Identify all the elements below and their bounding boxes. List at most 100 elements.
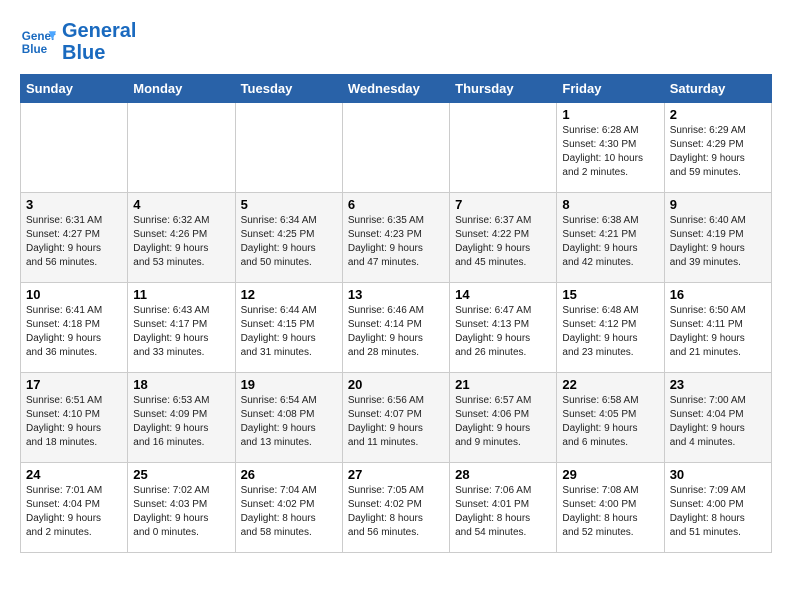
day-number: 19 xyxy=(241,377,337,392)
calendar-table: SundayMondayTuesdayWednesdayThursdayFrid… xyxy=(20,74,772,553)
day-number: 29 xyxy=(562,467,658,482)
day-number: 14 xyxy=(455,287,551,302)
calendar-cell: 25 Sunrise: 7:02 AM Sunset: 4:03 PM Dayli… xyxy=(128,463,235,553)
calendar-cell: 21 Sunrise: 6:57 AM Sunset: 4:06 PM Dayli… xyxy=(450,373,557,463)
day-number: 28 xyxy=(455,467,551,482)
day-info: Sunrise: 6:47 AM Sunset: 4:13 PM Dayligh… xyxy=(455,304,551,360)
calendar-cell: 17 Sunrise: 6:51 AM Sunset: 4:10 PM Dayli… xyxy=(21,373,128,463)
day-info: Sunrise: 7:01 AM Sunset: 4:04 PM Dayligh… xyxy=(26,484,122,540)
calendar-cell: 10 Sunrise: 6:41 AM Sunset: 4:18 PM Dayli… xyxy=(21,283,128,373)
weekday-header: Sunday xyxy=(21,75,128,103)
day-info: Sunrise: 7:02 AM Sunset: 4:03 PM Dayligh… xyxy=(133,484,229,540)
calendar-cell: 7 Sunrise: 6:37 AM Sunset: 4:22 PM Daylig… xyxy=(450,193,557,283)
calendar-cell: 19 Sunrise: 6:54 AM Sunset: 4:08 PM Dayli… xyxy=(235,373,342,463)
day-info: Sunrise: 7:05 AM Sunset: 4:02 PM Dayligh… xyxy=(348,484,444,540)
day-number: 3 xyxy=(26,197,122,212)
day-number: 22 xyxy=(562,377,658,392)
calendar-cell: 14 Sunrise: 6:47 AM Sunset: 4:13 PM Dayli… xyxy=(450,283,557,373)
day-number: 23 xyxy=(670,377,766,392)
day-number: 8 xyxy=(562,197,658,212)
day-info: Sunrise: 6:34 AM Sunset: 4:25 PM Dayligh… xyxy=(241,214,337,270)
calendar-cell: 13Sunrise: 6:46 AM Sunset: 4:14 PM Dayli… xyxy=(342,283,449,373)
day-number: 6 xyxy=(348,197,444,212)
calendar-cell: 29 Sunrise: 7:08 AM Sunset: 4:00 PM Dayli… xyxy=(557,463,664,553)
calendar-week-row: 10 Sunrise: 6:41 AM Sunset: 4:18 PM Dayli… xyxy=(21,283,772,373)
day-info: Sunrise: 6:57 AM Sunset: 4:06 PM Dayligh… xyxy=(455,394,551,450)
day-info: Sunrise: 6:51 AM Sunset: 4:10 PM Dayligh… xyxy=(26,394,122,450)
day-info: Sunrise: 6:48 AM Sunset: 4:12 PM Dayligh… xyxy=(562,304,658,360)
day-number: 10 xyxy=(26,287,122,302)
day-number: 24 xyxy=(26,467,122,482)
day-info: Sunrise: 6:35 AM Sunset: 4:23 PM Dayligh… xyxy=(348,214,444,270)
day-number: 26 xyxy=(241,467,337,482)
day-info: Sunrise: 7:08 AM Sunset: 4:00 PM Dayligh… xyxy=(562,484,658,540)
calendar-cell xyxy=(235,103,342,193)
weekday-header: Tuesday xyxy=(235,75,342,103)
day-number: 27 xyxy=(348,467,444,482)
calendar-cell: 15 Sunrise: 6:48 AM Sunset: 4:12 PM Dayli… xyxy=(557,283,664,373)
weekday-header: Saturday xyxy=(664,75,771,103)
day-number: 20 xyxy=(348,377,444,392)
calendar-cell: 11Sunrise: 6:43 AM Sunset: 4:17 PM Dayli… xyxy=(128,283,235,373)
logo: General Blue GeneralBlue xyxy=(20,20,136,64)
calendar-cell: 18 Sunrise: 6:53 AM Sunset: 4:09 PM Dayli… xyxy=(128,373,235,463)
calendar-cell xyxy=(21,103,128,193)
calendar-cell: 23 Sunrise: 7:00 AM Sunset: 4:04 PM Dayli… xyxy=(664,373,771,463)
calendar-cell: 20 Sunrise: 6:56 AM Sunset: 4:07 PM Dayli… xyxy=(342,373,449,463)
day-info: Sunrise: 6:56 AM Sunset: 4:07 PM Dayligh… xyxy=(348,394,444,450)
calendar-cell xyxy=(450,103,557,193)
day-info: Sunrise: 6:58 AM Sunset: 4:05 PM Dayligh… xyxy=(562,394,658,450)
weekday-header: Monday xyxy=(128,75,235,103)
logo-icon: General Blue xyxy=(20,24,56,60)
day-number: 5 xyxy=(241,197,337,212)
day-info: Sunrise: 7:09 AM Sunset: 4:00 PM Dayligh… xyxy=(670,484,766,540)
calendar-cell: 26Sunrise: 7:04 AM Sunset: 4:02 PM Dayli… xyxy=(235,463,342,553)
calendar-cell: 27 Sunrise: 7:05 AM Sunset: 4:02 PM Dayli… xyxy=(342,463,449,553)
calendar-week-row: 17 Sunrise: 6:51 AM Sunset: 4:10 PM Dayli… xyxy=(21,373,772,463)
weekday-header-row: SundayMondayTuesdayWednesdayThursdayFrid… xyxy=(21,75,772,103)
page-header: General Blue GeneralBlue xyxy=(20,20,772,64)
day-number: 15 xyxy=(562,287,658,302)
day-info: Sunrise: 6:41 AM Sunset: 4:18 PM Dayligh… xyxy=(26,304,122,360)
day-info: Sunrise: 7:00 AM Sunset: 4:04 PM Dayligh… xyxy=(670,394,766,450)
day-number: 21 xyxy=(455,377,551,392)
day-info: Sunrise: 6:40 AM Sunset: 4:19 PM Dayligh… xyxy=(670,214,766,270)
calendar-cell: 12 Sunrise: 6:44 AM Sunset: 4:15 PM Dayli… xyxy=(235,283,342,373)
calendar-cell: 16Sunrise: 6:50 AM Sunset: 4:11 PM Dayli… xyxy=(664,283,771,373)
calendar-week-row: 1Sunrise: 6:28 AM Sunset: 4:30 PM Daylig… xyxy=(21,103,772,193)
day-info: Sunrise: 6:29 AM Sunset: 4:29 PM Dayligh… xyxy=(670,124,766,180)
day-number: 9 xyxy=(670,197,766,212)
day-info: Sunrise: 6:44 AM Sunset: 4:15 PM Dayligh… xyxy=(241,304,337,360)
day-number: 25 xyxy=(133,467,229,482)
day-info: Sunrise: 6:43 AM Sunset: 4:17 PM Dayligh… xyxy=(133,304,229,360)
day-number: 30 xyxy=(670,467,766,482)
day-number: 16 xyxy=(670,287,766,302)
day-info: Sunrise: 6:38 AM Sunset: 4:21 PM Dayligh… xyxy=(562,214,658,270)
calendar-cell xyxy=(128,103,235,193)
calendar-cell: 4 Sunrise: 6:32 AM Sunset: 4:26 PM Daylig… xyxy=(128,193,235,283)
calendar-cell: 9 Sunrise: 6:40 AM Sunset: 4:19 PM Daylig… xyxy=(664,193,771,283)
calendar-cell: 30 Sunrise: 7:09 AM Sunset: 4:00 PM Dayli… xyxy=(664,463,771,553)
calendar-cell: 5 Sunrise: 6:34 AM Sunset: 4:25 PM Daylig… xyxy=(235,193,342,283)
calendar-cell: 2 Sunrise: 6:29 AM Sunset: 4:29 PM Daylig… xyxy=(664,103,771,193)
day-number: 18 xyxy=(133,377,229,392)
day-info: Sunrise: 6:54 AM Sunset: 4:08 PM Dayligh… xyxy=(241,394,337,450)
calendar-cell: 8 Sunrise: 6:38 AM Sunset: 4:21 PM Daylig… xyxy=(557,193,664,283)
day-number: 2 xyxy=(670,107,766,122)
day-info: Sunrise: 7:06 AM Sunset: 4:01 PM Dayligh… xyxy=(455,484,551,540)
day-number: 12 xyxy=(241,287,337,302)
calendar-cell xyxy=(342,103,449,193)
day-info: Sunrise: 6:46 AM Sunset: 4:14 PM Dayligh… xyxy=(348,304,444,360)
day-info: Sunrise: 6:32 AM Sunset: 4:26 PM Dayligh… xyxy=(133,214,229,270)
calendar-week-row: 3Sunrise: 6:31 AM Sunset: 4:27 PM Daylig… xyxy=(21,193,772,283)
day-number: 1 xyxy=(562,107,658,122)
calendar-cell: 22 Sunrise: 6:58 AM Sunset: 4:05 PM Dayli… xyxy=(557,373,664,463)
svg-text:Blue: Blue xyxy=(22,43,48,56)
day-number: 17 xyxy=(26,377,122,392)
day-number: 4 xyxy=(133,197,229,212)
day-info: Sunrise: 6:37 AM Sunset: 4:22 PM Dayligh… xyxy=(455,214,551,270)
day-info: Sunrise: 6:53 AM Sunset: 4:09 PM Dayligh… xyxy=(133,394,229,450)
calendar-cell: 24 Sunrise: 7:01 AM Sunset: 4:04 PM Dayli… xyxy=(21,463,128,553)
calendar-cell: 6 Sunrise: 6:35 AM Sunset: 4:23 PM Daylig… xyxy=(342,193,449,283)
day-number: 7 xyxy=(455,197,551,212)
